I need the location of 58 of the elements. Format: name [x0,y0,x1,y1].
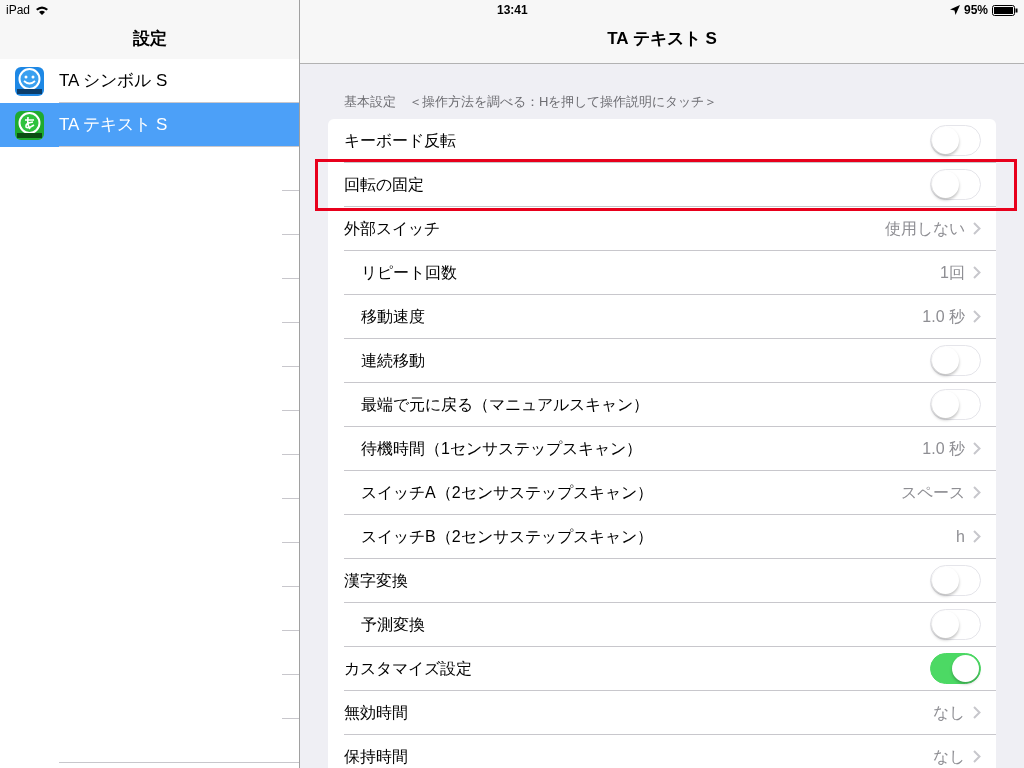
setting-value: 1回 [940,262,965,283]
page-title: TA テキスト S [607,27,717,50]
battery-percent: 95% [963,2,988,19]
setting-value: 1.0 秒 [922,306,965,327]
setting-label: スイッチB（2センサステップスキャン） [361,526,653,547]
settings-row[interactable]: 移動速度 1.0 秒 [328,294,996,339]
device-label: iPad [6,2,31,19]
setting-value: なし [933,746,965,767]
kana-app-icon [15,110,44,140]
setting-label: 無効時間 [344,702,408,723]
chevron-icon [973,530,981,543]
settings-row[interactable]: 回転の固定 [328,162,996,207]
settings-row[interactable]: 漢字変換 [328,558,996,603]
settings-row[interactable]: キーボード反転 [328,118,996,163]
sidebar-title: 設定 [132,27,167,50]
chevron-icon [973,442,981,455]
setting-label: 待機時間（1センサステップスキャン） [361,438,642,459]
wifi-icon [35,4,50,16]
toggle-switch[interactable] [930,653,981,684]
setting-label: キーボード反転 [344,130,456,151]
setting-label: カスタマイズ設定 [344,658,472,679]
settings-row[interactable]: 無効時間 なし [328,690,996,735]
settings-row[interactable]: 待機時間（1センサステップスキャン） 1.0 秒 [328,426,996,471]
settings-row[interactable]: 最端で元に戻る（マニュアルスキャン） [328,382,996,427]
settings-row[interactable]: リピート回数 1回 [328,250,996,295]
setting-label: 外部スイッチ [344,218,440,239]
chevron-icon [973,222,981,235]
setting-value: 使用しない [885,218,965,239]
settings-row[interactable]: 保持時間 なし [328,734,996,768]
setting-label: スイッチA（2センサステップスキャン） [361,482,653,503]
sidebar-item[interactable]: TA シンボル S [0,59,299,103]
clock-text: 13:41 [497,2,528,19]
settings-row[interactable]: スイッチA（2センサステップスキャン） スペース [328,470,996,515]
chevron-icon [973,310,981,323]
settings-row[interactable]: カスタマイズ設定 [328,646,996,691]
section-header: 基本設定 ＜操作方法を調べる：Hを押して操作説明にタッチ＞ [343,93,719,111]
setting-value: なし [933,702,965,723]
settings-row[interactable]: スイッチB（2センサステップスキャン） h [328,514,996,559]
setting-label: 移動速度 [361,306,425,327]
chevron-icon [973,266,981,279]
setting-value: h [956,526,965,547]
chevron-icon [973,750,981,763]
setting-label: 回転の固定 [344,174,424,195]
battery-icon [992,4,1018,16]
settings-row[interactable]: 連続移動 [328,338,996,383]
settings-row[interactable]: 予測変換 [328,602,996,647]
location-arrow-icon [949,5,960,15]
setting-label: 漢字変換 [344,570,408,591]
setting-value: 1.0 秒 [922,438,965,459]
chevron-icon [973,486,981,499]
setting-label: 連続移動 [361,350,425,371]
setting-value: スペース [901,482,965,503]
setting-label: リピート回数 [361,262,457,283]
setting-label: 予測変換 [361,614,425,635]
chevron-icon [973,706,981,719]
setting-label: 最端で元に戻る（マニュアルスキャン） [361,394,649,415]
setting-label: 保持時間 [344,746,408,767]
smiley-app-icon [15,66,44,96]
